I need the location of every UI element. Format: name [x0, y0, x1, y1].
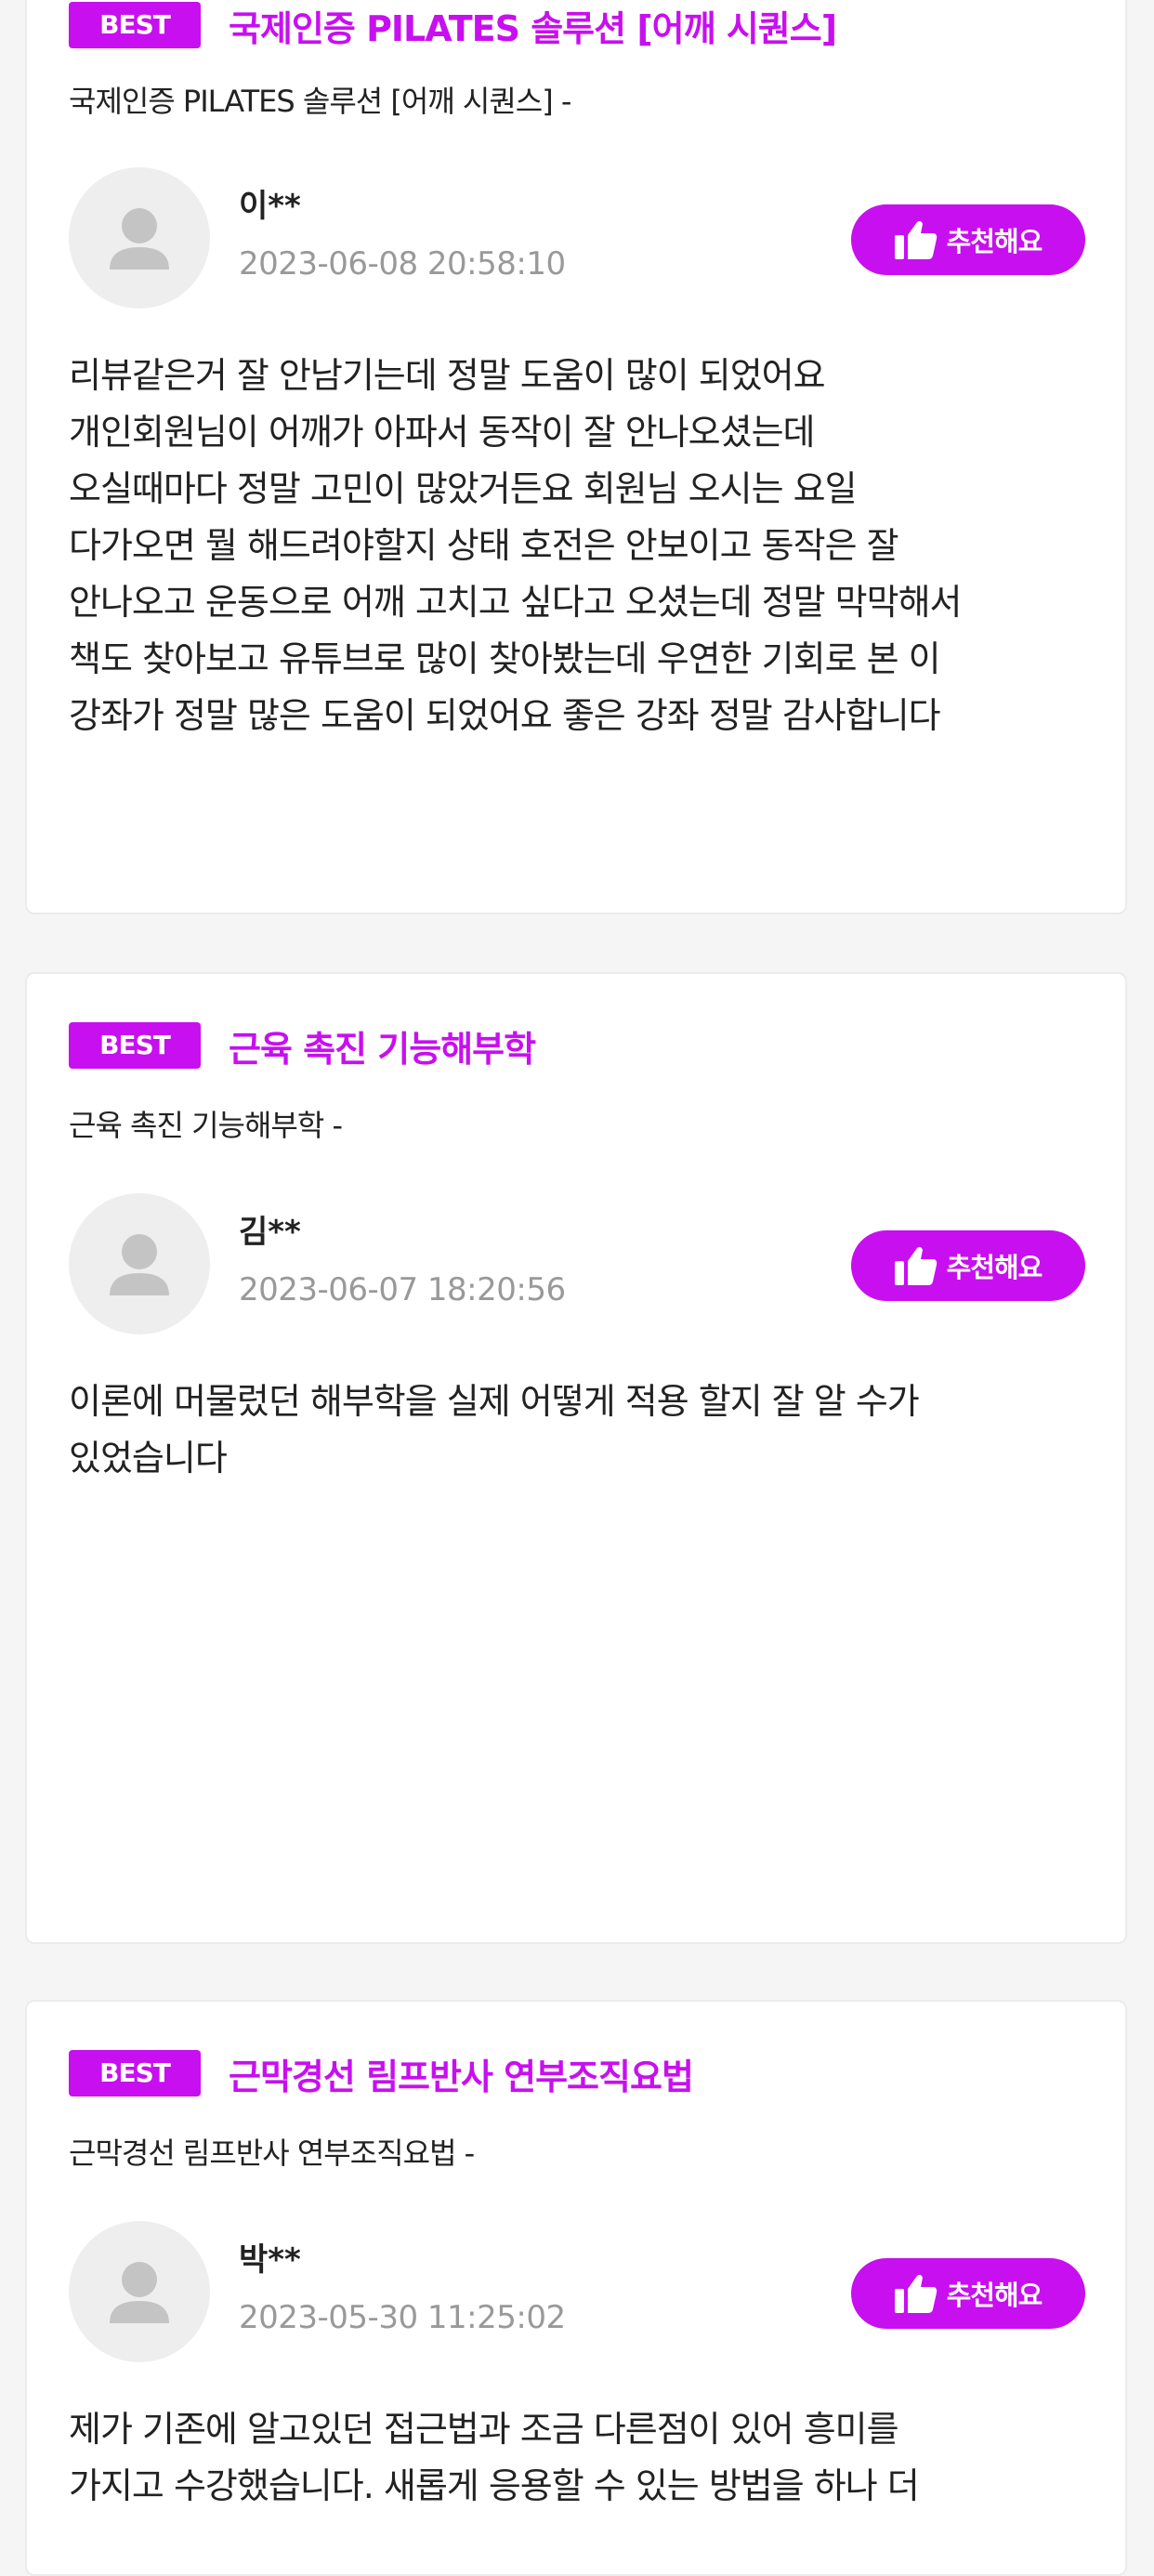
course-subtitle: 근육 촉진 기능해부학 -	[69, 1108, 343, 1143]
review-date: 2023-06-07 18:20:56	[239, 1271, 566, 1308]
course-title[interactable]: 국제인증 PILATES 솔루션 [어깨 시퀀스]	[229, 0, 837, 51]
user-silhouette-icon	[110, 2262, 169, 2323]
review-header: BEST 국제인증 PILATES 솔루션 [어깨 시퀀스]	[69, 0, 837, 51]
review-header: BEST 근막경선 림프반사 연부조직요법	[69, 2048, 694, 2099]
recommend-button[interactable]: 추천해요	[851, 1230, 1085, 1301]
best-badge: BEST	[69, 2050, 201, 2096]
recommend-label: 추천해요	[946, 226, 1043, 257]
recommend-label: 추천해요	[946, 1252, 1043, 1283]
user-silhouette-icon	[110, 208, 169, 269]
course-title[interactable]: 근육 촉진 기능해부학	[229, 1020, 536, 1071]
review-body: 리뷰같은거 잘 안남기는데 정말 도움이 많이 되었어요 개인회원님이 어깨가 …	[69, 355, 963, 736]
review-header: BEST 근육 촉진 기능해부학	[69, 1020, 536, 1071]
recommend-button[interactable]: 추천해요	[851, 2258, 1085, 2329]
course-subtitle: 근막경선 림프반사 연부조직요법 -	[69, 2136, 475, 2171]
reviewer-name: 박**	[239, 2241, 301, 2279]
review-date: 2023-06-08 20:58:10	[239, 245, 566, 283]
best-badge: BEST	[69, 1022, 201, 1069]
thumbs-up-icon	[894, 220, 937, 259]
review-card: BEST 국제인증 PILATES 솔루션 [어깨 시퀀스] 국제인증 PILA…	[25, 0, 1127, 914]
thumbs-up-icon	[894, 2274, 937, 2313]
best-badge: BEST	[69, 2, 201, 48]
reviewer-name: 이**	[239, 188, 301, 225]
course-title[interactable]: 근막경선 림프반사 연부조직요법	[229, 2048, 694, 2099]
review-card: BEST 근육 촉진 기능해부학 근육 촉진 기능해부학 - 김** 2023-…	[25, 972, 1127, 1944]
user-silhouette-icon	[110, 1234, 169, 1295]
recommend-label: 추천해요	[946, 2280, 1043, 2311]
review-body: 이론에 머물렀던 해부학을 실제 어떻게 적용 할지 잘 알 수가 있었습니다	[69, 1381, 920, 1479]
thumbs-up-icon	[894, 1246, 937, 1285]
review-card: BEST 근막경선 림프반사 연부조직요법 근막경선 림프반사 연부조직요법 -…	[25, 2000, 1127, 2576]
avatar	[69, 2221, 210, 2362]
avatar	[69, 167, 210, 309]
reviewer-name: 김**	[239, 1214, 301, 1251]
recommend-button[interactable]: 추천해요	[851, 204, 1085, 275]
course-subtitle: 국제인증 PILATES 솔루션 [어깨 시퀀스] -	[69, 84, 571, 119]
review-date: 2023-05-30 11:25:02	[239, 2299, 566, 2336]
avatar	[69, 1193, 210, 1334]
